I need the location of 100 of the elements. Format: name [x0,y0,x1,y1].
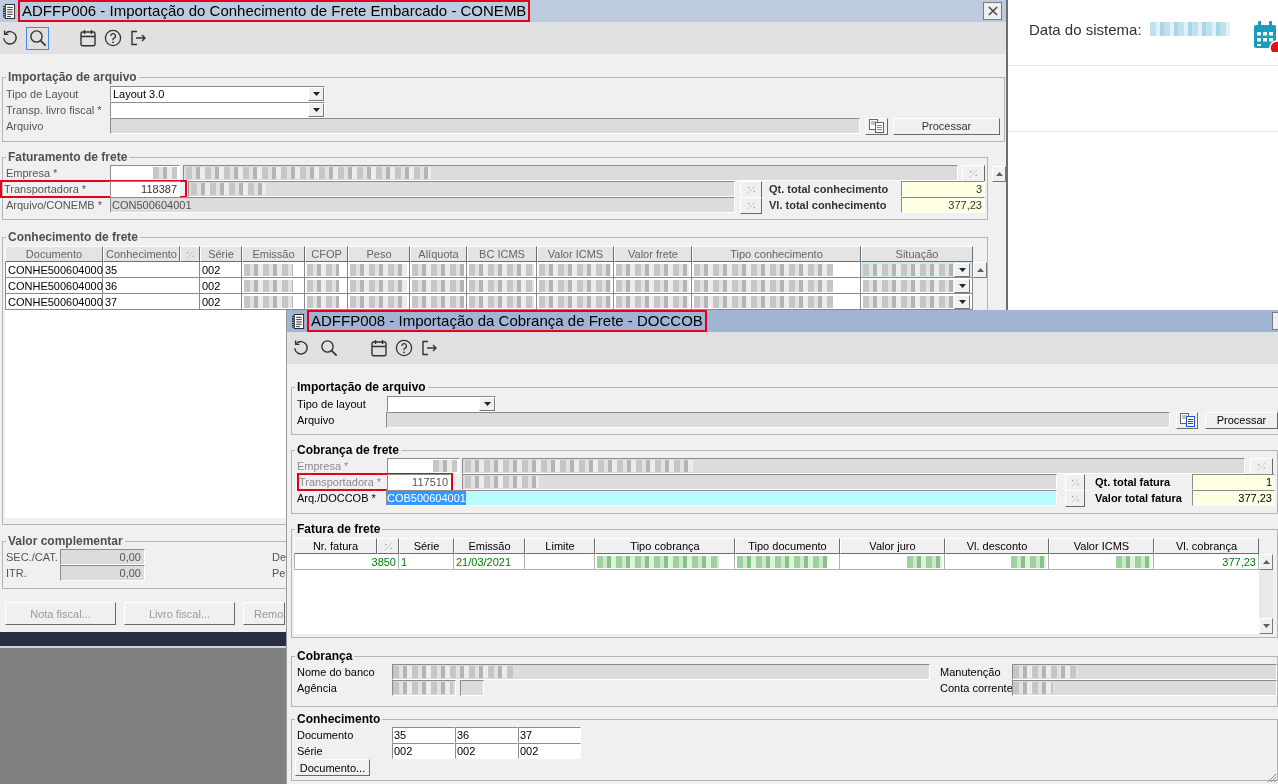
column-header[interactable]: Nr. fatura [294,538,377,554]
text-field[interactable] [460,680,484,696]
column-header[interactable]: Valor ICMS [1049,538,1154,554]
dropdown-button[interactable] [954,278,970,293]
file-button[interactable] [865,117,888,135]
text-field[interactable]: 002 [518,743,581,759]
refresh-icon[interactable] [292,339,310,357]
caret-down-icon [1262,624,1270,628]
column-header[interactable]: Emissão [242,246,305,262]
column-header[interactable]: Valor ICMS [537,246,614,262]
number-field[interactable]: 0,00 [60,549,145,565]
column-header[interactable]: Emissão [454,538,525,554]
column-header[interactable]: Série [200,246,242,262]
table-dropdown[interactable] [861,294,973,310]
table-dropdown[interactable] [861,262,973,278]
table-cell: 36 [103,278,200,294]
column-header[interactable]: Alíquota [410,246,467,262]
calendar-icon[interactable] [79,29,97,47]
column-header[interactable]: Tipo cobrança [595,538,735,554]
dropdown-field[interactable] [387,396,496,412]
dropdown-button[interactable] [954,262,970,277]
scroll-down-button[interactable] [1259,618,1273,634]
file-path-field[interactable] [386,412,1170,428]
text-field[interactable]: 37 [518,727,581,743]
calendar-icon[interactable] [1253,18,1278,52]
group-title: Importação de arquivo [7,70,138,84]
dropdown-button[interactable] [308,103,324,117]
close-button[interactable] [1272,312,1278,330]
process-button[interactable]: Processar [893,117,1000,135]
text-field[interactable] [392,664,930,680]
process-button[interactable]: Processar [1205,411,1278,429]
group-title: Faturamento de frete [7,150,129,164]
total-field: 377,23 [901,197,985,213]
column-header[interactable]: Valor frete [614,246,692,262]
text-field[interactable]: 002 [392,743,455,759]
text-field[interactable]: 002 [455,743,518,759]
scroll-up-button[interactable] [973,262,987,278]
field-label: Arquivo/CONEMB * [5,198,103,212]
lookup-header[interactable] [180,246,200,262]
column-header[interactable]: Tipo documento [735,538,840,554]
table-dropdown[interactable] [861,278,973,294]
scroll-up-button[interactable] [1259,554,1273,570]
number-field[interactable]: 0,00 [60,565,145,581]
column-header[interactable]: Série [399,538,454,554]
resize-grip-icon[interactable] [1266,772,1277,783]
dotted-slash-icon [1256,460,1267,472]
code-field[interactable] [110,165,180,181]
column-header[interactable]: Limite [525,538,595,554]
column-header[interactable]: Conhecimento [103,246,180,262]
column-header[interactable]: Tipo conhecimento [692,246,861,262]
group-title: Importação de arquivo [296,380,427,394]
column-header[interactable]: CFOP [305,246,348,262]
column-header[interactable]: Vl. cobrança [1154,538,1259,554]
column-header[interactable]: BC ICMS [467,246,537,262]
search-icon [319,339,338,357]
calendar-icon[interactable] [370,339,388,357]
table-cell: 1 [399,554,454,570]
exit-icon[interactable] [129,29,147,47]
close-button[interactable] [983,2,1002,20]
caret-up-icon [1262,560,1270,564]
lookup-button[interactable] [962,164,985,182]
text-field[interactable] [1012,680,1277,696]
dropdown-button[interactable] [479,397,495,411]
lookup-button[interactable] [1250,457,1273,475]
scroll-up-button[interactable] [992,166,1006,182]
dropdown-field[interactable] [110,102,325,118]
caret-icon [958,283,966,288]
refresh-icon[interactable] [1,29,19,47]
column-header[interactable]: Documento [5,246,103,262]
document-button[interactable]: Documento... [295,759,370,776]
help-icon[interactable] [395,339,413,357]
group-title: Cobrança de frete [296,443,401,457]
column-header[interactable]: Vl. desconto [945,538,1049,554]
dotted-slash-icon [745,183,757,195]
text-field[interactable]: 35 [392,727,455,743]
help-icon[interactable] [104,29,122,47]
file-button[interactable] [1176,411,1198,429]
field-label: Arq./DOCCOB * [296,491,377,505]
total-label: Valor total fatura [1095,491,1183,505]
dotted-slash-icon [1069,476,1081,488]
blurred-text [1116,555,1151,568]
dropdown-button[interactable] [308,87,324,101]
file-path-field[interactable] [110,118,860,134]
search-button[interactable] [26,26,49,50]
field-label: Conta corrente [940,681,1012,695]
lookup-header[interactable] [377,538,399,554]
table-cell: 377,23 [1154,554,1259,570]
dropdown-button[interactable] [954,294,970,309]
column-header[interactable]: Situação [861,246,973,262]
text-field[interactable]: 36 [455,727,518,743]
dropdown-field[interactable]: Layout 3.0 [110,86,325,102]
column-header[interactable]: Peso [348,246,410,262]
code-field[interactable] [387,458,460,474]
table-cell: CONHE500604000 [5,294,103,310]
exit-icon[interactable] [420,339,438,357]
dotted-slash-icon [382,540,394,552]
text-field[interactable]: CON500604001 [110,197,735,213]
column-header[interactable]: Valor juro [840,538,945,554]
code-field[interactable]: 118387 [110,181,180,197]
text-field[interactable] [1012,664,1277,680]
